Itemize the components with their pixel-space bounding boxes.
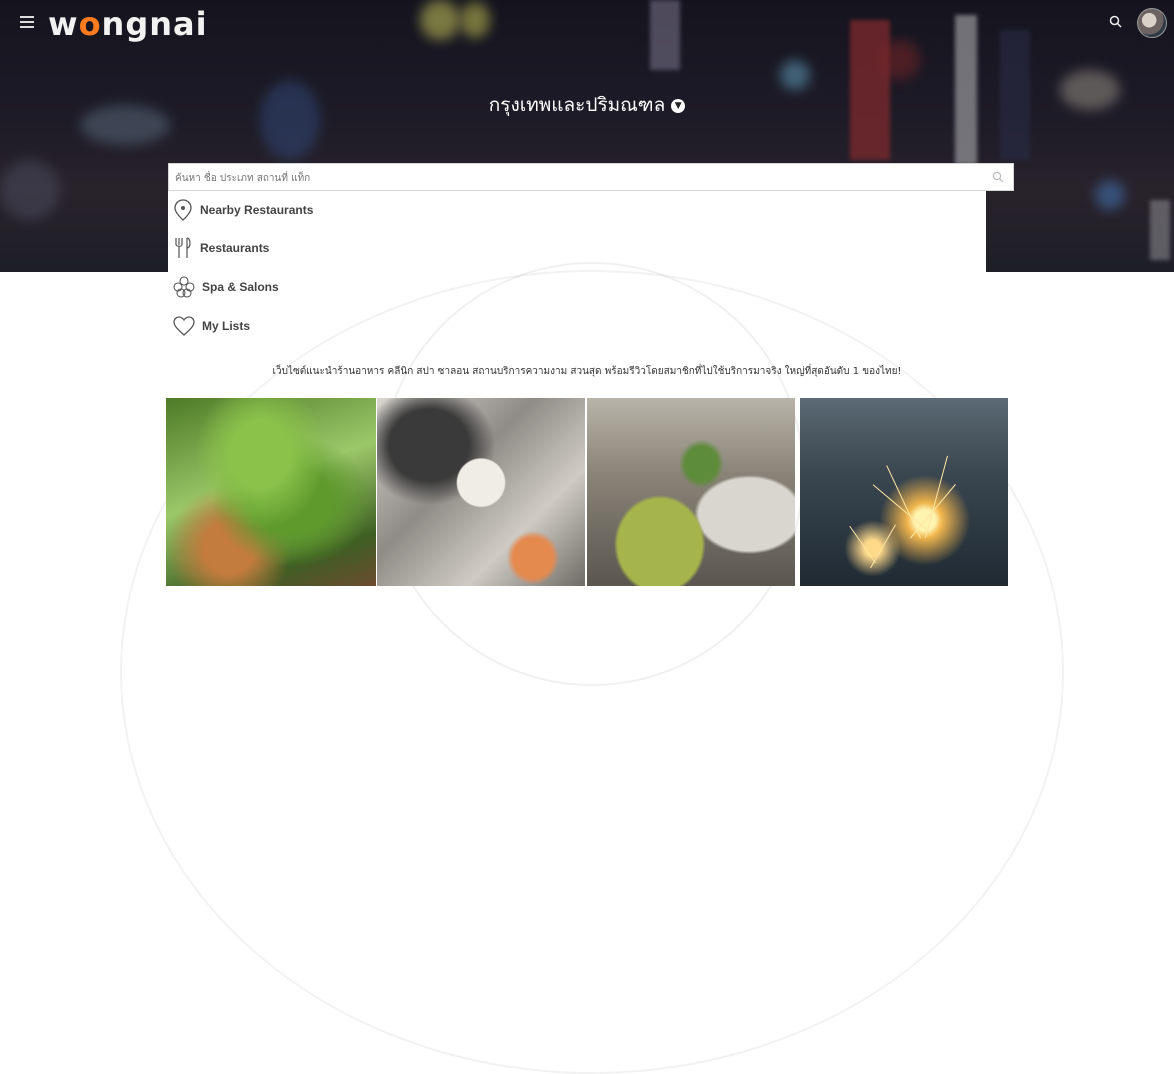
user-avatar[interactable] bbox=[1137, 8, 1167, 38]
suggestion-nearby-restaurants[interactable]: Nearby Restaurants bbox=[172, 198, 313, 222]
flower-icon bbox=[173, 276, 195, 298]
site-tagline: เว็บไซต์แนะนำร้านอาหาร คลีนิก สปา ซาลอน … bbox=[272, 366, 902, 377]
suggestion-label: Spa & Salons bbox=[202, 280, 279, 294]
photo-tile-sushi[interactable] bbox=[377, 398, 585, 586]
wongnai-logo[interactable]: wongnai bbox=[48, 5, 208, 43]
heart-icon bbox=[173, 316, 195, 336]
location-selector[interactable]: กรุงเทพและปริมณฑล ▼ bbox=[0, 90, 1174, 120]
suggestion-my-lists[interactable]: My Lists bbox=[172, 315, 250, 337]
suggestion-spa-salons[interactable]: Spa & Salons bbox=[172, 275, 279, 299]
suggestion-label: My Lists bbox=[202, 319, 251, 333]
location-label[interactable]: กรุงเทพและปริมณฑล bbox=[489, 94, 665, 116]
location-pin-icon bbox=[174, 199, 192, 221]
suggestion-label: Nearby Restaurants bbox=[200, 203, 314, 217]
fork-knife-icon bbox=[175, 237, 191, 258]
suggestion-restaurants[interactable]: Restaurants bbox=[172, 236, 269, 260]
photo-tile-salad[interactable] bbox=[166, 398, 376, 586]
photo-tile-sparklers[interactable] bbox=[800, 398, 1008, 586]
search-input[interactable] bbox=[169, 164, 977, 192]
search-input-icon[interactable] bbox=[991, 170, 1005, 184]
search-icon[interactable] bbox=[1108, 14, 1124, 30]
suggestion-label: Restaurants bbox=[200, 241, 270, 255]
watermark-seal bbox=[120, 270, 1064, 1074]
hamburger-icon[interactable] bbox=[20, 16, 34, 28]
photo-tile-thai-food[interactable] bbox=[587, 398, 795, 586]
search-bar[interactable] bbox=[168, 163, 1014, 192]
chevron-down-icon[interactable]: ▼ bbox=[671, 98, 686, 113]
